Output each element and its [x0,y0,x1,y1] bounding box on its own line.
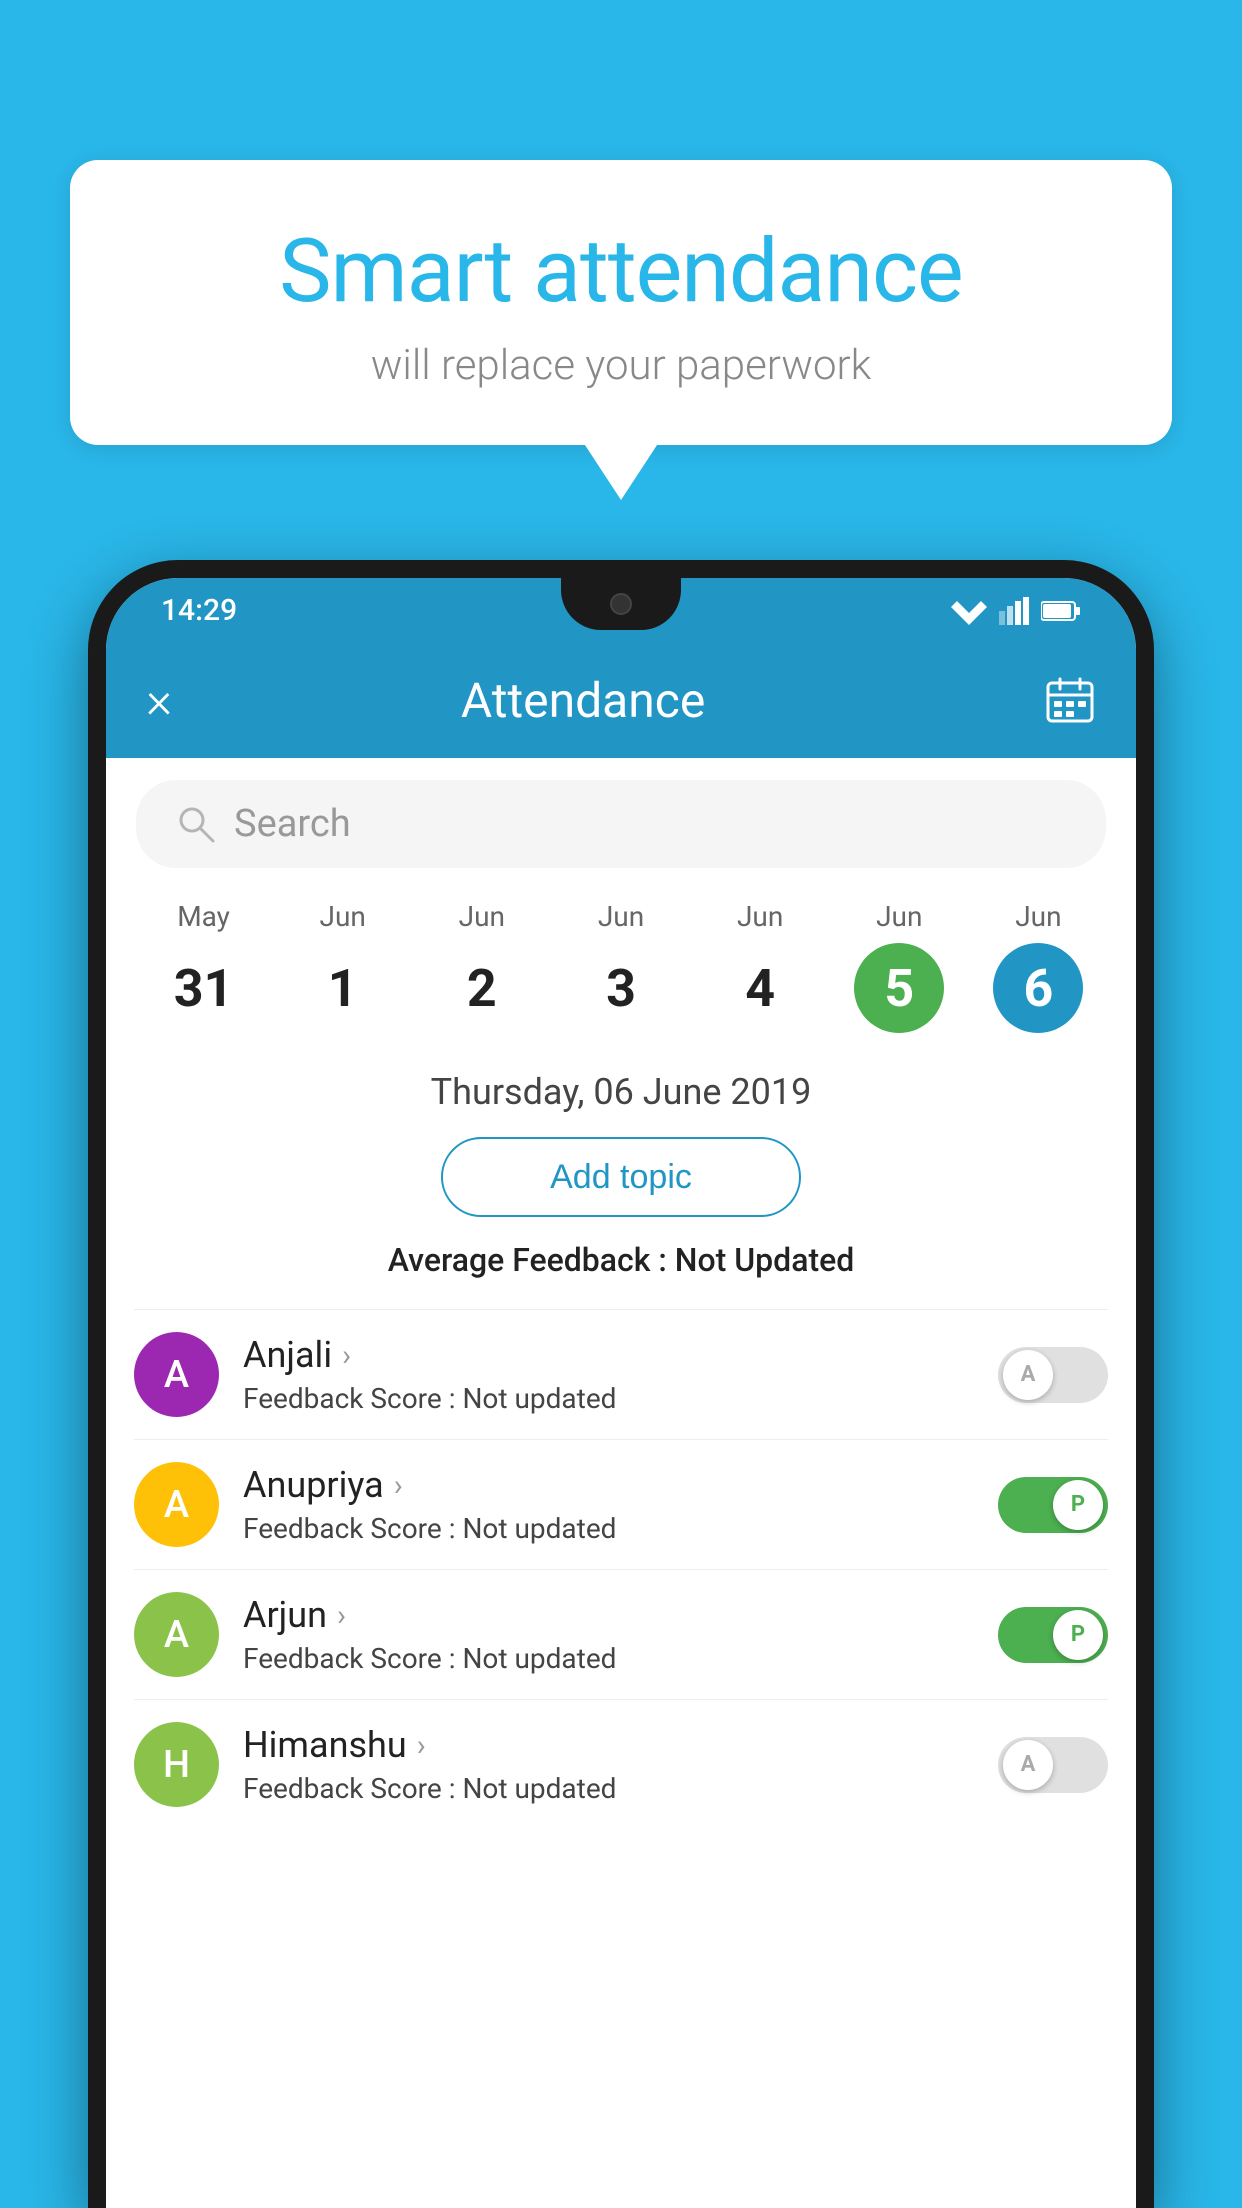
calendar-day[interactable]: Jun 1 [273,890,412,1043]
student-feedback: Feedback Score : Not updated [243,1512,974,1545]
cal-day-number: 2 [437,943,527,1033]
calendar-icon[interactable] [1044,675,1096,727]
student-item[interactable]: A Anjali › Feedback Score : Not updated A [134,1309,1108,1439]
cal-month-label: May [177,900,230,933]
cal-day-number: 31 [159,943,249,1033]
attendance-toggle[interactable]: A [998,1737,1108,1793]
cal-month-label: Jun [598,900,644,933]
attendance-toggle[interactable]: A [998,1347,1108,1403]
attendance-toggle[interactable]: P [998,1477,1108,1533]
cal-day-number: 4 [715,943,805,1033]
wifi-icon [951,597,987,625]
bubble-subtitle: will replace your paperwork [150,341,1092,390]
search-icon [176,804,216,844]
app-bar: × Attendance [106,643,1136,758]
student-avatar: A [134,1332,219,1417]
student-info: Himanshu › Feedback Score : Not updated [243,1724,974,1805]
notch [561,578,681,630]
chevron-right-icon: › [394,1468,403,1503]
calendar-day[interactable]: May 31 [134,890,273,1043]
chevron-right-icon: › [337,1598,346,1633]
student-feedback: Feedback Score : Not updated [243,1772,974,1805]
calendar-day[interactable]: Jun 6 [969,890,1108,1043]
student-item[interactable]: A Arjun › Feedback Score : Not updated P [134,1569,1108,1699]
student-info: Anjali › Feedback Score : Not updated [243,1334,974,1415]
student-avatar: A [134,1592,219,1677]
student-name: Himanshu › [243,1724,974,1766]
selected-date: Thursday, 06 June 2019 [106,1071,1136,1113]
front-camera [610,593,632,615]
student-feedback: Feedback Score : Not updated [243,1642,974,1675]
toggle-knob: A [1003,1740,1053,1790]
student-name: Arjun › [243,1594,974,1636]
cal-month-label: Jun [1015,900,1061,933]
attendance-toggle[interactable]: P [998,1607,1108,1663]
app-bar-title: Attendance [202,672,964,729]
phone-frame: 14:29 [88,560,1154,2208]
toggle-knob: A [1003,1350,1053,1400]
calendar-strip: May 31 Jun 1 Jun 2 Jun 3 Jun 4 Jun 5 Jun 6 [106,890,1136,1043]
toggle-knob: P [1053,1480,1103,1530]
student-avatar: A [134,1462,219,1547]
student-info: Anupriya › Feedback Score : Not updated [243,1464,974,1545]
student-item[interactable]: H Himanshu › Feedback Score : Not updated A [134,1699,1108,1829]
student-name-text: Anupriya [243,1464,384,1506]
cal-month-label: Jun [737,900,783,933]
student-info: Arjun › Feedback Score : Not updated [243,1594,974,1675]
calendar-day[interactable]: Jun 5 [830,890,969,1043]
student-name: Anupriya › [243,1464,974,1506]
cal-day-number: 3 [576,943,666,1033]
add-topic-button[interactable]: Add topic [441,1137,801,1217]
cal-month-label: Jun [459,900,505,933]
speech-bubble: Smart attendance will replace your paper… [70,160,1172,445]
avg-feedback: Average Feedback : Not Updated [106,1241,1136,1279]
calendar-day[interactable]: Jun 2 [412,890,551,1043]
student-avatar: H [134,1722,219,1807]
battery-icon [1041,600,1081,622]
status-icons [951,597,1081,625]
student-name: Anjali › [243,1334,974,1376]
cal-month-label: Jun [876,900,922,933]
student-list: AAnjali›Feedback Score : Not updatedAAAn… [106,1309,1136,1829]
chevron-right-icon: › [417,1728,426,1763]
calendar-day[interactable]: Jun 3 [551,890,690,1043]
avg-feedback-label: Average Feedback : [388,1241,667,1279]
student-name-text: Himanshu [243,1724,407,1766]
cal-day-number: 6 [993,943,1083,1033]
search-bar[interactable]: Search [136,780,1106,868]
phone-screen: 14:29 [106,578,1136,2208]
student-name-text: Anjali [243,1334,332,1376]
search-input[interactable]: Search [234,802,1066,846]
cal-day-number: 1 [298,943,388,1033]
close-button[interactable]: × [146,672,172,730]
calendar-day[interactable]: Jun 4 [691,890,830,1043]
avg-feedback-value: Not Updated [675,1241,855,1279]
student-feedback: Feedback Score : Not updated [243,1382,974,1415]
bubble-title: Smart attendance [150,220,1092,323]
student-item[interactable]: A Anupriya › Feedback Score : Not updated P [134,1439,1108,1569]
status-time: 14:29 [161,593,237,628]
toggle-knob: P [1053,1610,1103,1660]
cal-day-number: 5 [854,943,944,1033]
cal-month-label: Jun [320,900,366,933]
student-name-text: Arjun [243,1594,327,1636]
chevron-right-icon: › [342,1338,351,1373]
signal-icon [999,597,1029,625]
